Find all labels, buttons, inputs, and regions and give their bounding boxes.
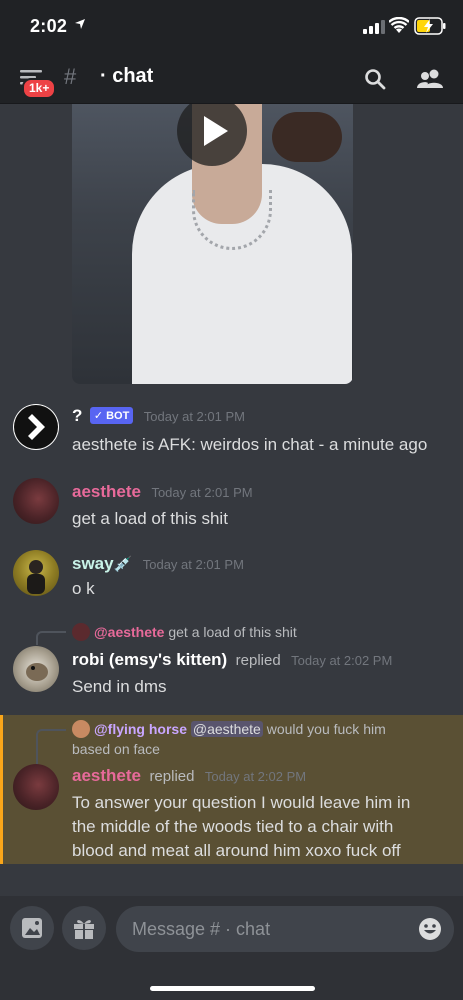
- channel-header: 1k+ # · chat: [0, 56, 463, 104]
- mini-avatar: [72, 720, 90, 738]
- play-icon: [204, 116, 228, 146]
- gift-button[interactable]: [62, 906, 106, 950]
- avatar[interactable]: [13, 550, 59, 596]
- username[interactable]: robi (emsy's kitten): [72, 650, 227, 669]
- username[interactable]: sway: [72, 554, 114, 573]
- message-meta: aesthete Today at 2:01 PM: [72, 482, 253, 502]
- reply-spine: [36, 631, 66, 645]
- avatar[interactable]: [13, 764, 59, 810]
- location-arrow-icon: [75, 19, 85, 29]
- gift-icon: [74, 920, 94, 939]
- message-text: o k: [72, 579, 95, 598]
- message-text: aesthete is AFK: weirdos in chat - a min…: [72, 435, 428, 454]
- reply-spine: [36, 729, 66, 765]
- bot-tag: ✓ BOT: [89, 407, 134, 424]
- message-line: blood and meat all around him xoxo fuck …: [72, 841, 401, 860]
- image-button[interactable]: [10, 906, 54, 950]
- bot-avatar-icon: [14, 405, 58, 449]
- replied-label: replied: [149, 768, 195, 785]
- message-input[interactable]: Message # · chat: [116, 906, 454, 952]
- reply-preview[interactable]: @aesthete get a load of this shit: [72, 623, 297, 641]
- reply-username: @flying horse: [94, 721, 187, 737]
- timestamp: Today at 2:02 PM: [204, 769, 307, 784]
- message-line: To answer your question I would leave hi…: [72, 793, 411, 812]
- username[interactable]: ?: [72, 406, 82, 425]
- signal-icon: [363, 20, 385, 34]
- status-time: 2:02: [30, 16, 68, 36]
- reply-username: @aesthete: [94, 624, 165, 640]
- avatar[interactable]: [13, 478, 59, 524]
- battery-charging-icon: [414, 17, 446, 35]
- video-hair: [272, 112, 342, 162]
- timestamp: Today at 2:01 PM: [143, 409, 245, 424]
- home-indicator: [150, 986, 315, 991]
- timestamp: Today at 2:02 PM: [291, 653, 393, 668]
- hash-icon: #: [64, 64, 77, 89]
- message-line: the middle of the woods tied to a chair …: [72, 817, 394, 836]
- message-text: get a load of this shit: [72, 509, 228, 528]
- status-bar: 2:02: [0, 0, 463, 56]
- avatar[interactable]: [13, 646, 59, 692]
- squirrel-avatar-icon: [26, 663, 48, 681]
- members-icon[interactable]: [417, 68, 443, 90]
- avatar-figure-icon: [27, 560, 45, 594]
- channel-title[interactable]: · chat: [100, 65, 153, 88]
- search-icon[interactable]: [364, 68, 386, 90]
- video-embed[interactable]: [72, 104, 353, 384]
- reply-text-continued: based on face: [72, 741, 160, 757]
- reply-mention: @aesthete: [190, 721, 263, 737]
- syringe-emoji: 💉: [113, 556, 133, 573]
- avatar[interactable]: [13, 404, 59, 450]
- image-icon: [22, 918, 42, 938]
- reply-text: would you fuck him: [266, 721, 386, 737]
- message-meta: robi (emsy's kitten) replied Today at 2:…: [72, 650, 392, 670]
- emoji-icon[interactable]: [418, 917, 442, 941]
- unread-badge: 1k+: [22, 78, 57, 99]
- mini-avatar: [72, 623, 90, 641]
- composer: Message # · chat: [0, 896, 463, 1000]
- timestamp: Today at 2:01 PM: [151, 485, 253, 500]
- timestamp: Today at 2:01 PM: [142, 557, 244, 572]
- message-meta: ? ✓ BOT Today at 2:01 PM: [72, 406, 245, 426]
- reply-text: get a load of this shit: [168, 624, 297, 640]
- reply-preview[interactable]: @flying horse @aesthete would you fuck h…: [72, 720, 386, 738]
- message-text: Send in dms: [72, 677, 167, 696]
- message-placeholder: Message # · chat: [132, 919, 271, 939]
- wifi-icon: [389, 17, 409, 33]
- replied-label: replied: [235, 652, 281, 669]
- username[interactable]: aesthete: [72, 482, 141, 501]
- message-meta: aesthete replied Today at 2:02 PM: [72, 766, 306, 786]
- username[interactable]: aesthete: [72, 766, 141, 785]
- message-meta: sway💉 Today at 2:01 PM: [72, 554, 244, 574]
